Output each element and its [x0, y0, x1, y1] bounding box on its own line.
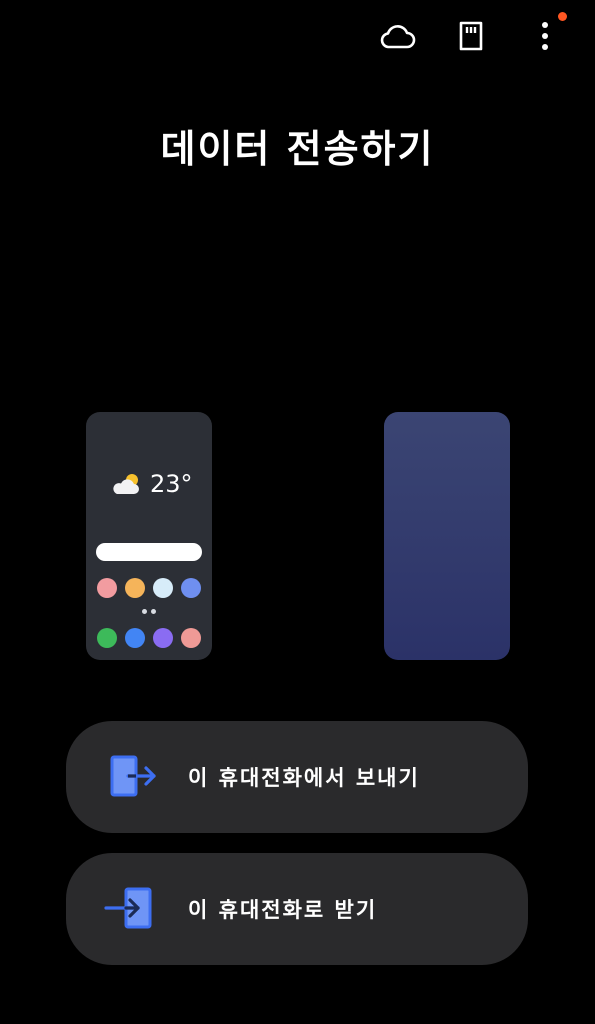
weather-widget: 23° — [110, 470, 193, 498]
app-icon — [181, 628, 201, 648]
temperature-text: 23° — [150, 470, 193, 498]
notification-dot — [558, 12, 567, 21]
page-dot — [151, 609, 156, 614]
app-icon — [125, 578, 145, 598]
sd-card-icon — [459, 21, 483, 51]
app-icon-row — [97, 628, 201, 648]
send-from-this-phone-button[interactable]: 이 휴대전화에서 보내기 — [66, 721, 528, 833]
app-icon — [181, 578, 201, 598]
app-icon — [153, 578, 173, 598]
page-title: 데이터 전송하기 — [160, 127, 435, 171]
more-options-button[interactable] — [523, 12, 567, 58]
send-icon — [102, 747, 162, 807]
cloud-icon — [380, 25, 416, 49]
app-icon — [153, 628, 173, 648]
cloud-button[interactable] — [375, 14, 419, 58]
sd-card-button[interactable] — [449, 14, 493, 58]
receive-icon — [102, 879, 162, 939]
source-phone-illustration: 23° — [86, 412, 212, 660]
receive-to-this-phone-button[interactable]: 이 휴대전화로 받기 — [66, 853, 528, 965]
page-dot — [142, 609, 147, 614]
receive-button-label: 이 휴대전화로 받기 — [188, 898, 378, 922]
target-phone-illustration — [384, 412, 510, 660]
send-button-label: 이 휴대전화에서 보내기 — [188, 766, 420, 790]
app-icon — [125, 628, 145, 648]
app-icon-row — [97, 578, 201, 598]
top-toolbar — [375, 12, 567, 58]
more-vert-icon — [542, 22, 548, 50]
page-indicator — [86, 609, 212, 614]
search-bar-illustration — [96, 543, 202, 561]
app-icon — [97, 628, 117, 648]
app-icon — [97, 578, 117, 598]
partly-cloudy-icon — [113, 474, 139, 494]
